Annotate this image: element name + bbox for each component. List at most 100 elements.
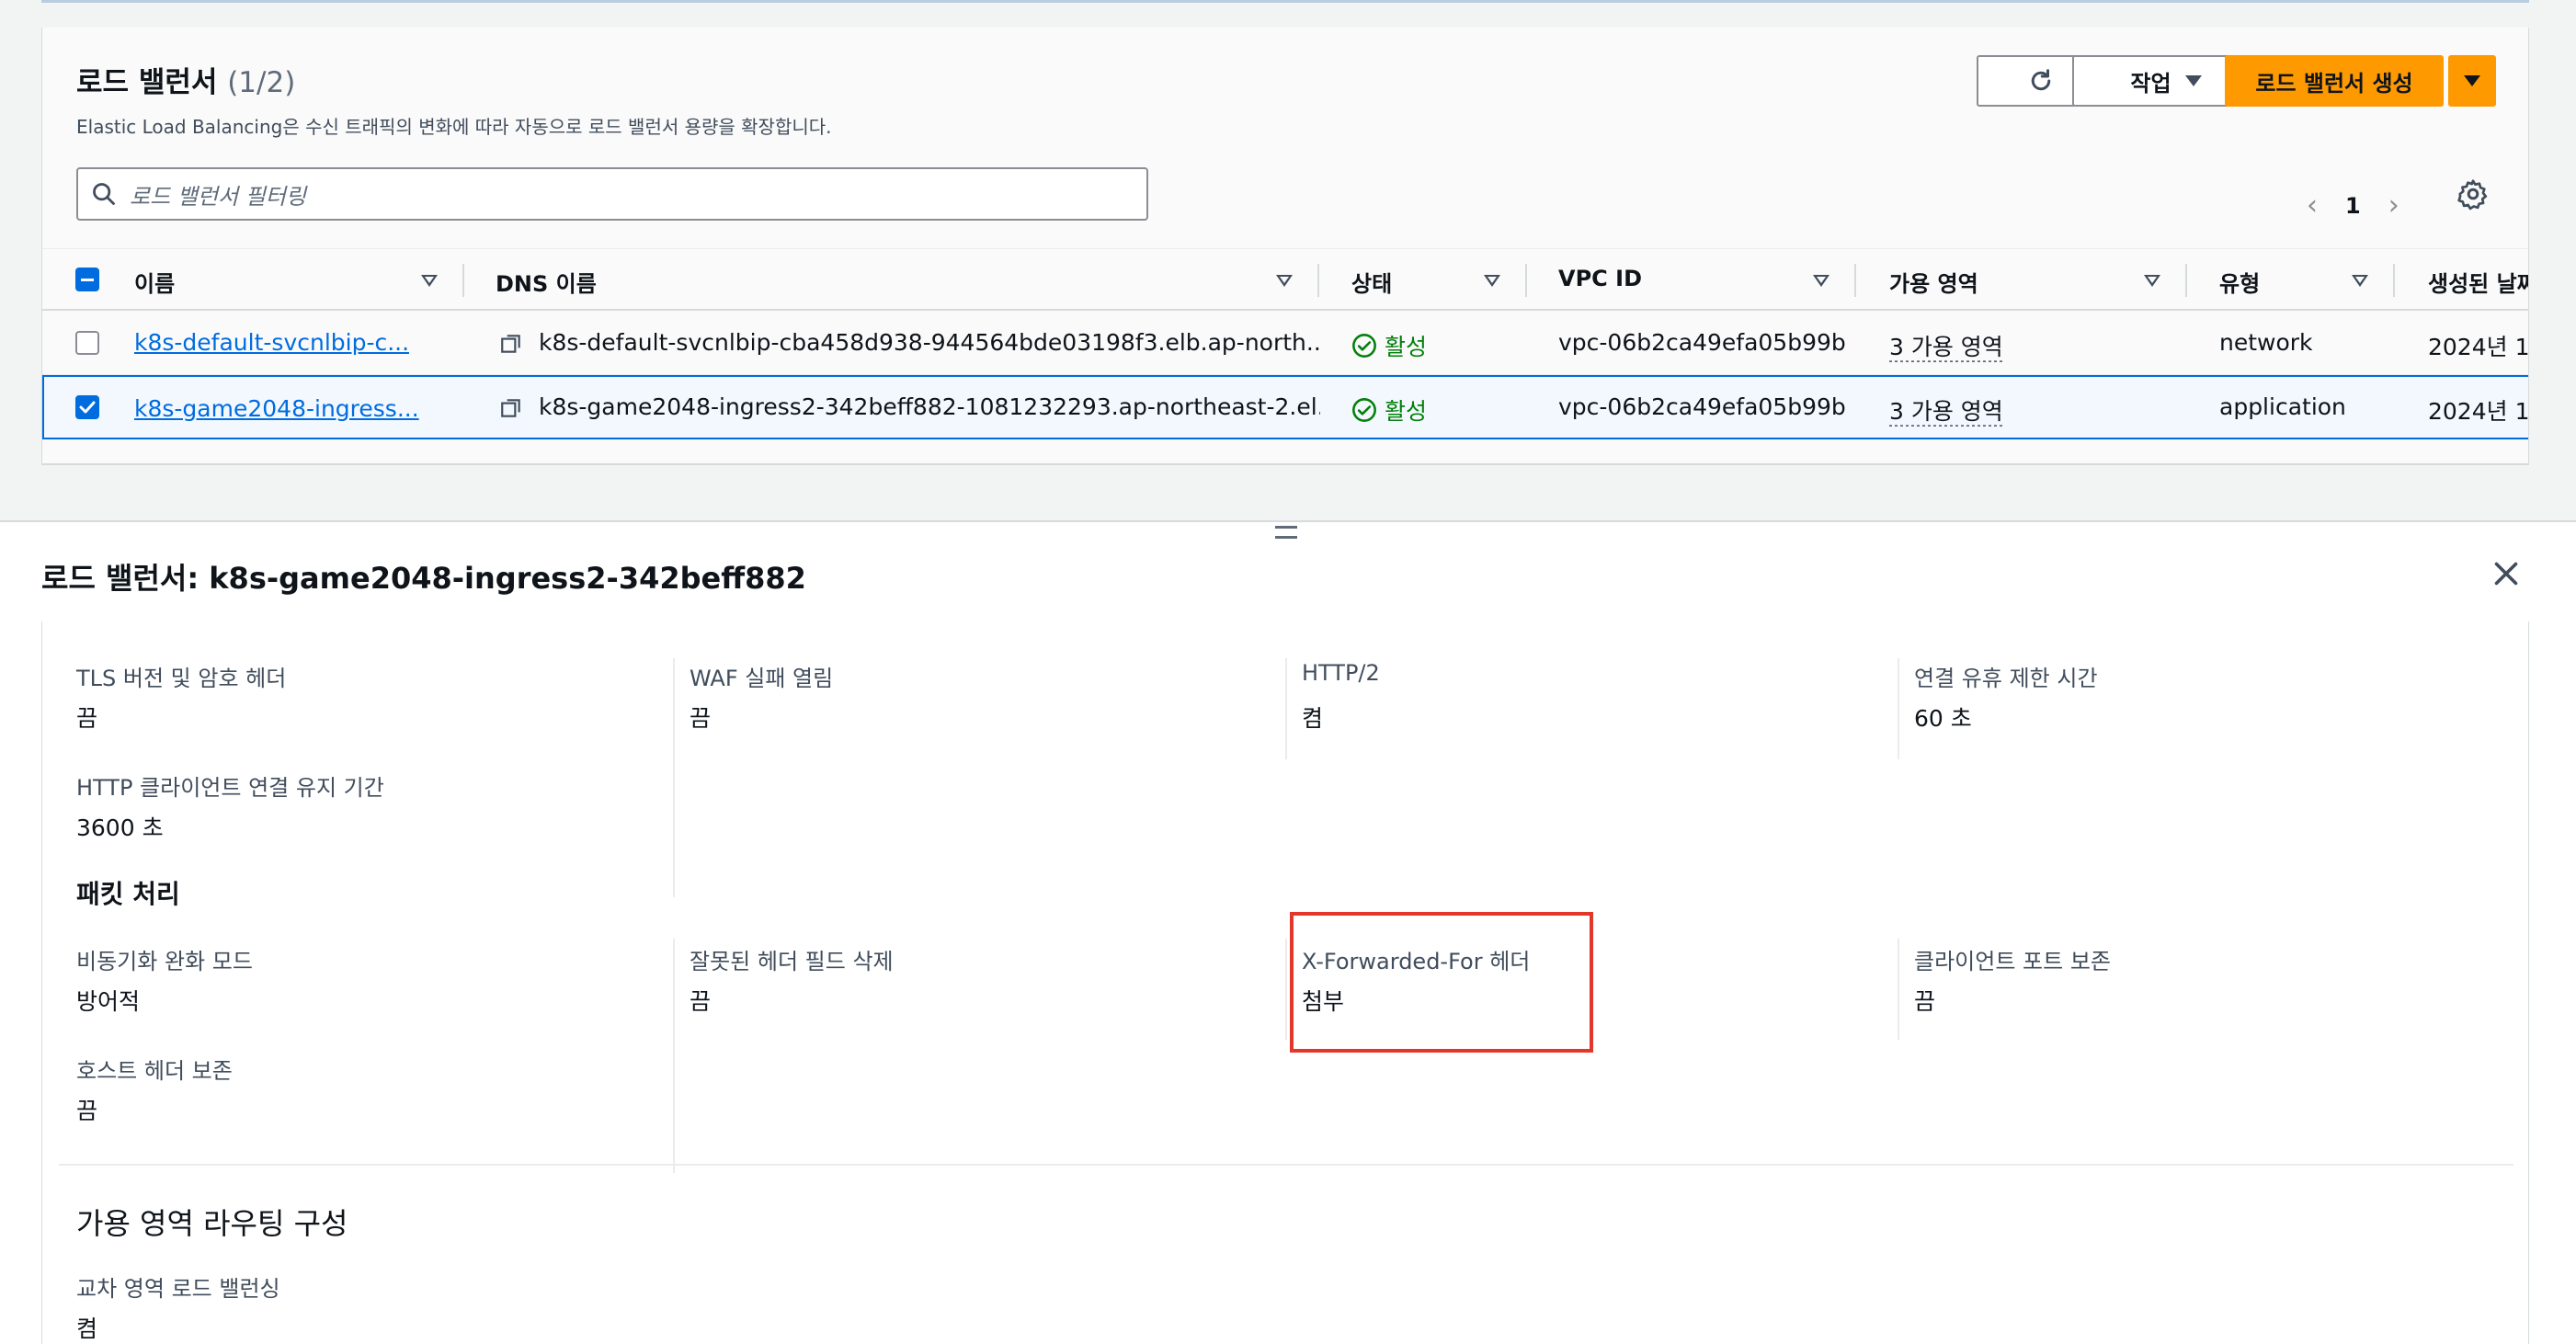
column-header-name[interactable]: 이름 <box>134 266 175 298</box>
attr-label: 교차 영역 로드 밸런싱 <box>76 1276 280 1302</box>
attr-label: 호스트 헤더 보존 <box>76 1058 233 1084</box>
create-options-dropdown[interactable] <box>2448 55 2496 107</box>
attr-value: 3600 초 <box>76 814 164 841</box>
refresh-icon <box>2031 69 2051 91</box>
sort-icon[interactable] <box>1276 275 1293 287</box>
status-text: 활성 <box>1385 398 1428 425</box>
column-header-status[interactable]: 상태 <box>1351 266 1392 298</box>
copy-icon[interactable] <box>499 332 523 356</box>
load-balancer-name-link[interactable]: k8s-game2048-ingress... <box>134 395 419 422</box>
attr-label: HTTP 클라이언트 연결 유지 기간 <box>76 775 384 801</box>
detail-title: 로드 밸런서: k8s-game2048-ingress2-342beff882 <box>41 561 806 596</box>
column-divider[interactable] <box>1317 264 1319 297</box>
column-divider[interactable] <box>1525 264 1527 297</box>
page-description: Elastic Load Balancing은 수신 트래픽의 변화에 따라 자… <box>76 116 832 138</box>
attr-label: 클라이언트 포트 보존 <box>1914 949 2111 974</box>
attr-label: 잘못된 헤더 필드 삭제 <box>690 949 894 974</box>
actions-label: 작업 <box>2130 70 2171 97</box>
resize-handle[interactable] <box>1275 526 1297 539</box>
chevron-right-icon[interactable]: › <box>2388 189 2399 222</box>
column-divider[interactable] <box>2393 264 2395 297</box>
sort-icon[interactable] <box>1813 275 1829 287</box>
caret-down-icon <box>2184 75 2202 86</box>
attr-value: 끔 <box>690 988 712 1015</box>
sort-icon[interactable] <box>1484 275 1500 287</box>
title-text: 로드 밸런서 <box>76 66 218 99</box>
dns-name: k8s-default-svcnlbip-cba458d938-944564bd… <box>539 329 1320 356</box>
search-icon <box>93 183 115 205</box>
table-row[interactable]: k8s-default-svcnlbip-c... k8s-default-sv… <box>42 311 2529 375</box>
copy-icon[interactable] <box>499 396 523 420</box>
attr-value: 방어적 <box>76 988 141 1015</box>
table-row-selected[interactable]: k8s-game2048-ingress... k8s-game2048-ing… <box>42 375 2529 439</box>
split-panel-divider <box>0 520 2576 522</box>
created-date: 2024년 10 <box>2428 334 2529 360</box>
attr-value: 끔 <box>690 705 712 732</box>
dns-name: k8s-game2048-ingress2-342beff882-1081232… <box>539 393 1320 420</box>
attr-value: 켬 <box>76 1316 98 1342</box>
table-header: 이름 DNS 이름 상태 VPC ID 가용 영역 유형 생성된 날짜 <box>42 248 2528 311</box>
current-page[interactable]: 1 <box>2345 193 2361 219</box>
lb-type: network <box>2219 329 2313 356</box>
column-divider[interactable] <box>2185 264 2187 297</box>
sort-icon[interactable] <box>421 275 438 287</box>
select-all-checkbox[interactable] <box>75 268 99 291</box>
search-placeholder: 로드 밸런서 필터링 <box>130 183 306 210</box>
attr-label: TLS 버전 및 암호 헤더 <box>76 666 287 691</box>
attr-label: 연결 유휴 제한 시간 <box>1914 666 2098 691</box>
sort-icon[interactable] <box>2144 275 2160 287</box>
top-divider <box>41 0 2529 3</box>
gear-icon[interactable] <box>2456 177 2490 211</box>
column-divider[interactable] <box>462 264 464 297</box>
load-balancer-name-link[interactable]: k8s-default-svcnlbip-c... <box>134 329 409 356</box>
column-header-type[interactable]: 유형 <box>2219 266 2260 298</box>
detail-panel: TLS 버전 및 암호 헤더 끔 WAF 실패 열림 끔 HTTP/2 켬 연결… <box>41 621 2529 1344</box>
load-balancer-list-panel: 로드 밸런서 (1/2) Elastic Load Balancing은 수신 … <box>41 28 2529 465</box>
section-heading-az-routing: 가용 영역 라우팅 구성 <box>76 1206 348 1241</box>
highlight-box <box>1290 912 1593 1053</box>
check-icon <box>79 401 96 414</box>
check-circle-icon <box>1352 334 1376 358</box>
section-divider <box>59 1164 2513 1166</box>
attr-value: 끔 <box>76 1098 98 1124</box>
column-header-az[interactable]: 가용 영역 <box>1889 266 1978 298</box>
row-checkbox[interactable] <box>75 395 99 419</box>
column-divider <box>1285 939 1287 1040</box>
close-icon[interactable] <box>2490 557 2523 590</box>
row-checkbox[interactable] <box>75 331 99 355</box>
column-header-vpc-id[interactable]: VPC ID <box>1558 266 1642 291</box>
chevron-left-icon[interactable]: ‹ <box>2307 189 2318 222</box>
caret-down-icon <box>2464 75 2480 86</box>
selection-count: (1/2) <box>227 66 296 99</box>
column-divider <box>1285 658 1287 759</box>
sort-icon[interactable] <box>2352 275 2368 287</box>
attr-value: 60 초 <box>1914 705 1972 732</box>
search-input[interactable]: 로드 밸런서 필터링 <box>76 167 1148 221</box>
list-area: 로드 밸런서 (1/2) Elastic Load Balancing은 수신 … <box>0 0 2576 520</box>
status-badge: 활성 <box>1351 393 1427 427</box>
attr-value: 끔 <box>1914 988 1936 1015</box>
lb-type: application <box>2219 393 2346 420</box>
page-title: 로드 밸런서 (1/2) <box>76 59 295 100</box>
column-divider <box>673 658 675 897</box>
availability-zones[interactable]: 3 가용 영역 <box>1889 393 2003 427</box>
column-divider <box>1898 939 1899 1040</box>
column-divider <box>1898 658 1899 759</box>
column-header-dns[interactable]: DNS 이름 <box>496 266 597 298</box>
vpc-id: vpc-06b2ca49efa05b99b <box>1558 329 1846 356</box>
attr-value: 끔 <box>76 705 98 732</box>
column-divider <box>673 939 675 1173</box>
availability-zones[interactable]: 3 가용 영역 <box>1889 329 2003 362</box>
section-heading-packet: 패킷 처리 <box>76 879 180 909</box>
create-load-balancer-button[interactable]: 로드 밸런서 생성 <box>2225 55 2444 107</box>
attr-label: HTTP/2 <box>1302 660 1380 686</box>
pagination: ‹ 1 › <box>2307 189 2399 222</box>
attr-value: 켬 <box>1302 705 1324 732</box>
created-date: 2024년 10 <box>2428 398 2529 425</box>
attr-label: 비동기화 완화 모드 <box>76 949 253 974</box>
attr-label: WAF 실패 열림 <box>690 666 834 691</box>
column-divider[interactable] <box>1854 264 1856 297</box>
status-badge: 활성 <box>1351 329 1427 362</box>
check-circle-icon <box>1352 398 1376 422</box>
column-header-created[interactable]: 생성된 날짜 <box>2428 266 2528 298</box>
